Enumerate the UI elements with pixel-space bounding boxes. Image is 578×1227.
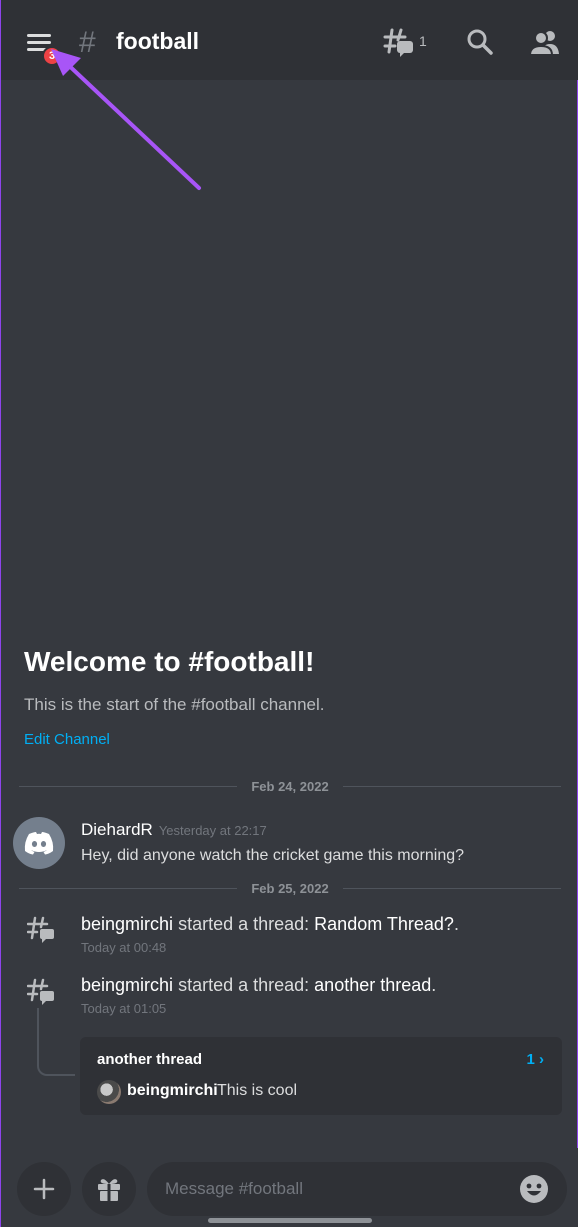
- thread-icon: [27, 916, 54, 943]
- system-action: started a thread:: [178, 914, 310, 934]
- thread-message-count: 1: [526, 1051, 535, 1068]
- divider-line: [19, 785, 238, 787]
- message-author[interactable]: DiehardR Yesterday at 22:17: [81, 820, 267, 840]
- divider-line: [19, 887, 238, 889]
- preview-avatar: [97, 1080, 121, 1104]
- avatar[interactable]: [13, 817, 65, 869]
- thread-card[interactable]: another thread 1 › beingmirchi This is c…: [80, 1037, 562, 1115]
- search-icon: [467, 29, 493, 55]
- channel-hash-icon: #: [79, 26, 96, 59]
- date-divider-label: Feb 25, 2022: [251, 880, 329, 896]
- hamburger-menu-button[interactable]: 3: [25, 30, 62, 66]
- thread-card-count: 1 ›: [526, 1051, 544, 1068]
- date-divider: Feb 24, 2022: [19, 777, 562, 795]
- menu-bar: [27, 34, 51, 37]
- thread-icon: [27, 978, 54, 1005]
- chevron-right-icon: ›: [539, 1051, 544, 1068]
- welcome-title: Welcome to #football!: [24, 646, 315, 677]
- system-action: started a thread:: [178, 975, 310, 995]
- thread-card-name: another thread: [97, 1051, 203, 1068]
- threads-icon: [383, 28, 413, 57]
- system-user[interactable]: beingmirchi: [81, 975, 173, 995]
- system-message: beingmirchi started a thread: another th…: [81, 975, 436, 996]
- divider-line: [342, 785, 562, 787]
- thread-link[interactable]: another thread: [314, 975, 431, 995]
- message-input[interactable]: [147, 1162, 567, 1216]
- emoji-icon: [520, 1175, 548, 1203]
- threads-button[interactable]: 1: [383, 26, 431, 58]
- channel-title: football: [116, 28, 200, 54]
- system-timestamp: Today at 01:05: [81, 1001, 167, 1016]
- system-user[interactable]: beingmirchi: [81, 914, 173, 934]
- date-divider-label: Feb 24, 2022: [251, 778, 329, 794]
- divider-line: [342, 887, 562, 889]
- message-text: Hey, did anyone watch the cricket game t…: [81, 847, 465, 864]
- welcome-subtitle: This is the start of the #football chann…: [24, 695, 325, 714]
- threads-count: 1: [419, 33, 427, 49]
- system-timestamp: Today at 00:48: [81, 940, 167, 955]
- plus-icon: [33, 1178, 55, 1200]
- members-button[interactable]: [528, 28, 561, 56]
- composer-bar: [1, 1148, 578, 1227]
- channel-header: 3 # football 1: [1, 0, 578, 80]
- author-name: DiehardR: [81, 820, 153, 839]
- system-suffix: .: [431, 975, 437, 995]
- search-button[interactable]: [466, 28, 494, 56]
- thread-link[interactable]: Random Thread?: [314, 914, 454, 934]
- gift-button[interactable]: [82, 1162, 136, 1216]
- system-suffix: .: [453, 914, 459, 934]
- message-timestamp: Yesterday at 22:17: [158, 823, 267, 838]
- emoji-button[interactable]: [519, 1174, 549, 1204]
- thread-connector: [37, 1008, 75, 1076]
- add-attachment-button[interactable]: [17, 1162, 71, 1216]
- gift-icon: [98, 1179, 120, 1201]
- notification-badge: 3: [42, 46, 62, 66]
- discord-logo-icon: [24, 832, 54, 855]
- edit-channel-link[interactable]: Edit Channel: [24, 731, 110, 748]
- date-divider: Feb 25, 2022: [19, 879, 562, 897]
- preview-text: This is cool: [217, 1082, 298, 1099]
- menu-bar: [27, 41, 51, 44]
- home-indicator: [208, 1218, 372, 1223]
- preview-author: beingmirchi: [127, 1082, 218, 1099]
- members-icon: [528, 31, 559, 56]
- system-message: beingmirchi started a thread: Random Thr…: [81, 914, 459, 935]
